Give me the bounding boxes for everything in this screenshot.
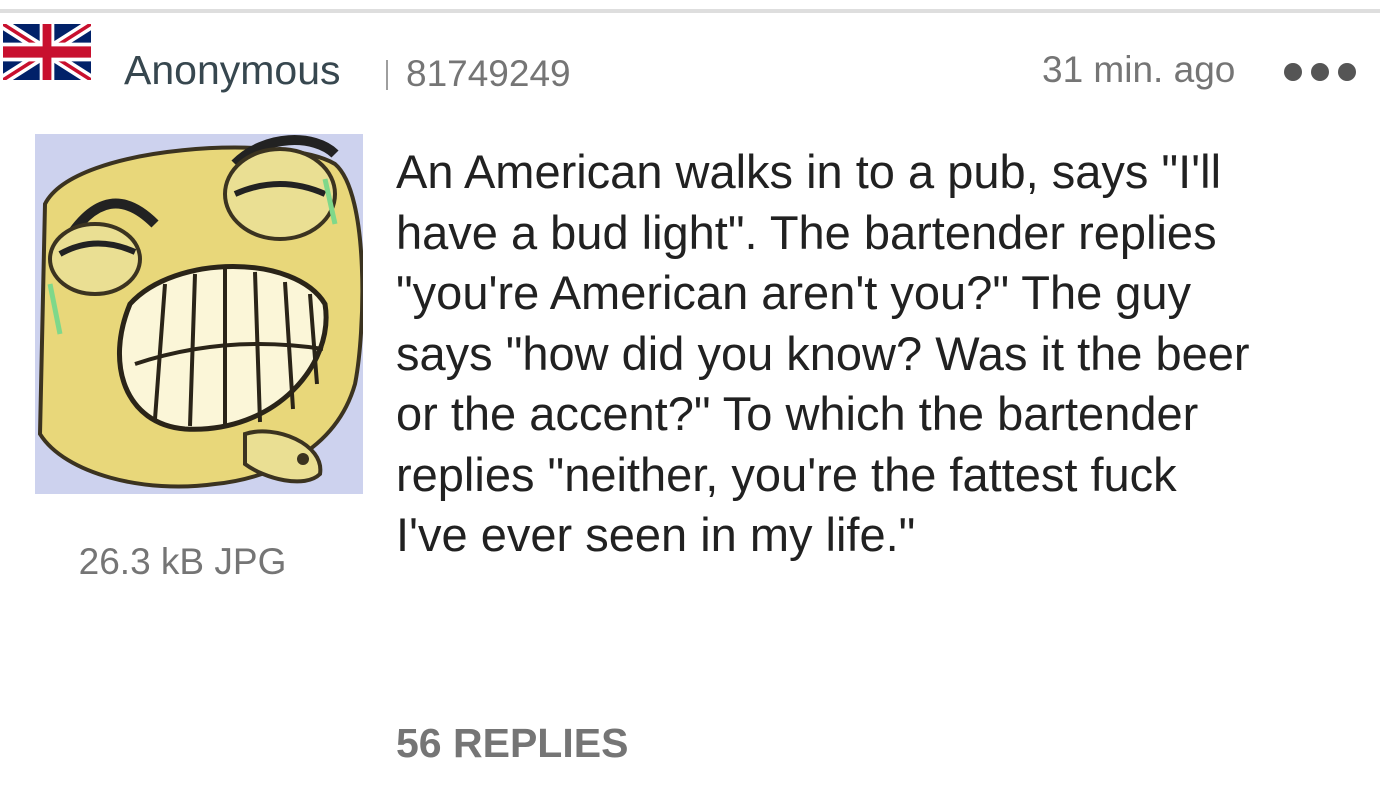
- replies-button[interactable]: 56 REPLIES: [396, 718, 628, 768]
- more-horizontal-icon: [1338, 63, 1356, 81]
- post-number[interactable]: 81749249: [406, 52, 571, 96]
- post-body-text: An American walks in to a pub, says "I'l…: [396, 145, 1250, 561]
- more-options-button[interactable]: [1284, 62, 1356, 82]
- more-horizontal-icon: [1311, 63, 1329, 81]
- top-divider: [0, 9, 1380, 13]
- file-info: 26.3 kB JPG: [78, 541, 287, 582]
- post-author: Anonymous: [124, 47, 341, 93]
- post-image-thumbnail[interactable]: [35, 134, 363, 494]
- rage-face-image: [35, 134, 363, 494]
- post-timestamp: 31 min. ago: [1042, 49, 1236, 90]
- meta-separator: [386, 60, 388, 90]
- more-horizontal-icon: [1284, 63, 1302, 81]
- uk-flag-icon: [3, 24, 91, 80]
